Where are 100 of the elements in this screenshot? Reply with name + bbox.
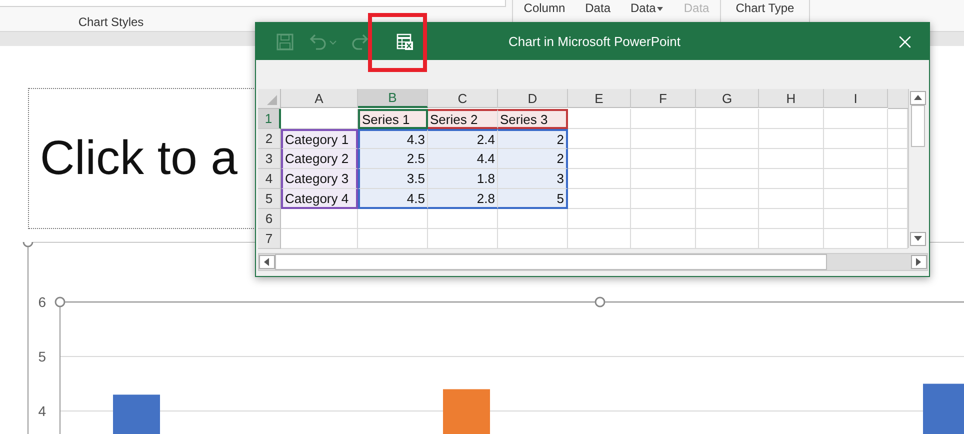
table-cell[interactable] [759, 229, 824, 249]
table-cell[interactable]: 4.5 [358, 189, 428, 209]
table-cell[interactable] [824, 209, 888, 229]
table-cell[interactable]: Series 2 [428, 109, 498, 129]
table-cell[interactable] [281, 209, 358, 229]
table-cell[interactable] [696, 129, 759, 149]
corner-triangle-icon [266, 94, 278, 106]
table-cell[interactable]: 2.5 [358, 149, 428, 169]
table-cell[interactable] [568, 149, 631, 169]
table-cell[interactable]: 3 [498, 169, 568, 189]
row-header[interactable]: 3 [258, 149, 281, 169]
table-cell[interactable] [696, 189, 759, 209]
column-header[interactable]: A [281, 89, 358, 108]
table-cell[interactable] [759, 189, 824, 209]
column-header[interactable]: B [358, 89, 428, 108]
table-cell[interactable] [568, 169, 631, 189]
table-cell[interactable] [824, 149, 888, 169]
table-cell[interactable] [631, 229, 696, 249]
scroll-up-icon[interactable] [912, 93, 922, 103]
table-cell[interactable] [568, 209, 631, 229]
table-cell[interactable] [824, 169, 888, 189]
row-header[interactable]: 2 [258, 129, 281, 149]
table-cell[interactable] [498, 229, 568, 249]
table-cell[interactable] [498, 209, 568, 229]
column-header[interactable]: D [498, 89, 568, 108]
column-header[interactable]: F [631, 89, 696, 108]
table-cell[interactable]: Category 4 [281, 189, 358, 209]
table-cell[interactable]: Series 3 [498, 109, 568, 129]
table-cell[interactable]: 2 [498, 149, 568, 169]
table-cell[interactable] [281, 229, 358, 249]
row-header[interactable]: 6 [258, 209, 281, 229]
save-icon[interactable] [276, 32, 294, 50]
spreadsheet-icon[interactable] [396, 32, 414, 50]
table-cell[interactable]: Category 1 [281, 129, 358, 149]
resize-handle[interactable] [594, 296, 606, 308]
table-cell[interactable]: Category 3 [281, 169, 358, 189]
select-all-corner[interactable] [258, 89, 281, 109]
column-header[interactable] [888, 89, 908, 109]
table-cell[interactable] [759, 129, 824, 149]
table-cell[interactable] [759, 169, 824, 189]
table-cell[interactable]: 3.5 [358, 169, 428, 189]
redo-icon[interactable] [352, 32, 370, 50]
column-header[interactable]: G [696, 89, 759, 108]
ribbon-button[interactable]: Column [524, 1, 566, 15]
column-header[interactable]: H [759, 89, 824, 108]
table-cell[interactable] [824, 229, 888, 249]
table-cell[interactable] [759, 209, 824, 229]
resize-handle[interactable] [54, 296, 66, 308]
table-cell[interactable] [281, 109, 358, 129]
row-header[interactable]: 5 [258, 189, 281, 209]
style-gallery[interactable] [0, 0, 506, 7]
row-header[interactable]: 1 [258, 109, 281, 129]
axis-label: 4 [38, 403, 46, 419]
row-header[interactable]: 7 [258, 229, 281, 249]
ribbon-button[interactable]: Data [630, 1, 664, 15]
table-cell[interactable]: 2.4 [428, 129, 498, 149]
table-cell[interactable] [631, 189, 696, 209]
horizontal-scrollbar[interactable] [258, 253, 928, 271]
table-cell[interactable] [631, 109, 696, 129]
table-cell[interactable]: Series 1 [358, 109, 428, 129]
table-cell[interactable] [696, 149, 759, 169]
table-cell[interactable] [428, 229, 498, 249]
ribbon-button[interactable]: Data [585, 1, 610, 15]
table-cell[interactable] [759, 109, 824, 129]
table-cell[interactable]: 4.3 [358, 129, 428, 149]
table-cell[interactable] [759, 149, 824, 169]
column-header[interactable]: I [824, 89, 888, 108]
table-cell[interactable] [631, 129, 696, 149]
table-cell[interactable] [631, 149, 696, 169]
row-header[interactable]: 4 [258, 169, 281, 189]
table-cell[interactable] [358, 209, 428, 229]
table-cell[interactable] [696, 169, 759, 189]
table-cell[interactable] [824, 189, 888, 209]
table-cell[interactable] [428, 209, 498, 229]
scroll-left-icon[interactable] [262, 257, 272, 267]
table-cell[interactable] [568, 189, 631, 209]
table-cell[interactable]: 5 [498, 189, 568, 209]
ribbon-button[interactable]: Chart Type [736, 1, 794, 15]
scroll-thumb[interactable] [910, 105, 924, 147]
table-cell[interactable] [631, 169, 696, 189]
table-cell[interactable] [824, 129, 888, 149]
table-cell[interactable] [696, 209, 759, 229]
undo-icon[interactable] [308, 32, 338, 50]
table-cell[interactable] [568, 129, 631, 149]
column-header[interactable]: C [428, 89, 498, 108]
table-cell[interactable]: 2.8 [428, 189, 498, 209]
table-cell[interactable] [358, 229, 428, 249]
table-cell[interactable]: 4.4 [428, 149, 498, 169]
table-cell[interactable]: 1.8 [428, 169, 498, 189]
table-cell[interactable] [824, 109, 888, 129]
table-cell[interactable]: 2 [498, 129, 568, 149]
vertical-scrollbar[interactable] [908, 89, 926, 248]
table-cell[interactable] [696, 229, 759, 249]
table-cell[interactable] [568, 229, 631, 249]
scroll-thumb[interactable] [275, 254, 827, 270]
table-cell[interactable] [696, 109, 759, 129]
table-cell[interactable] [631, 209, 696, 229]
column-header[interactable]: E [568, 89, 631, 108]
table-cell[interactable]: Category 2 [281, 149, 358, 169]
table-cell[interactable] [568, 109, 631, 129]
